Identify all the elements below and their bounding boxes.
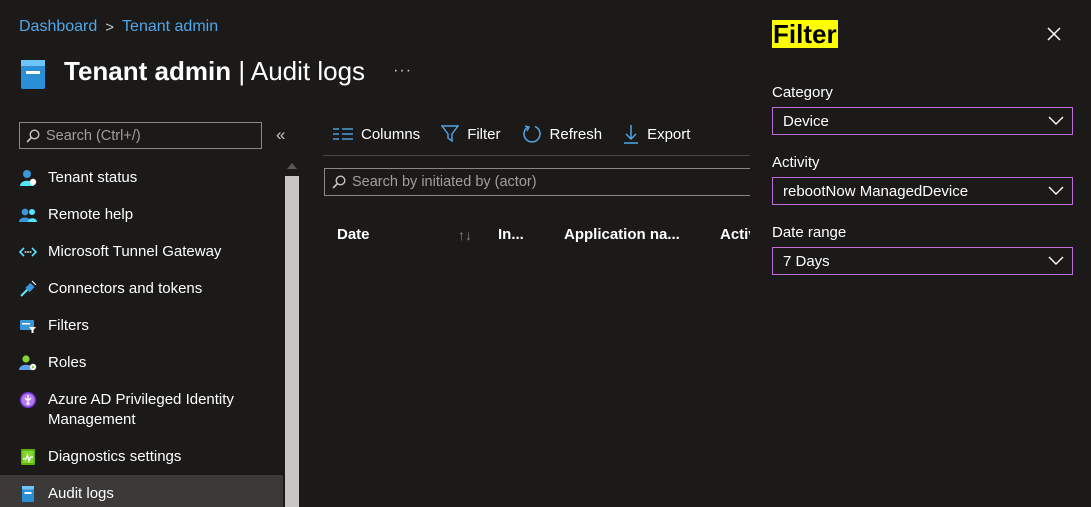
sidebar-item-remote-help[interactable]: Remote help (0, 196, 283, 233)
breadcrumb-tenant-admin[interactable]: Tenant admin (122, 18, 218, 36)
sidebar-item-azure-ad-pim[interactable]: Azure AD Privileged Identity Management (0, 381, 283, 438)
breadcrumb: Dashboard > Tenant admin (19, 18, 218, 36)
breadcrumb-dashboard[interactable]: Dashboard (19, 18, 97, 36)
date-range-label: Date range (772, 224, 847, 241)
more-options-button[interactable]: ··· (393, 62, 412, 80)
filter-icon (441, 125, 460, 143)
filter-panel-title: Filter (772, 19, 838, 49)
activity-value: rebootNow ManagedDevice (783, 182, 969, 200)
search-icon (332, 175, 346, 189)
search-icon (26, 128, 40, 143)
activity-dropdown[interactable]: rebootNow ManagedDevice (772, 177, 1073, 205)
roles-icon (19, 354, 37, 372)
scroll-thumb[interactable] (285, 176, 299, 507)
category-label: Category (772, 84, 833, 101)
activity-label: Activity (772, 154, 820, 171)
scroll-up-arrow-icon[interactable] (287, 163, 297, 169)
people-icon (19, 206, 37, 224)
refresh-button[interactable]: Refresh (522, 124, 602, 144)
category-value: Device (783, 112, 829, 130)
sort-icon[interactable]: ↑↓ (458, 227, 472, 243)
page-title: Tenant admin | Audit logs (64, 55, 366, 86)
column-header-initiated-by[interactable]: In... (498, 226, 524, 243)
toolbar-divider (323, 155, 753, 156)
filter-button[interactable]: Filter (441, 125, 501, 143)
audit-log-icon (21, 60, 45, 89)
sidebar-item-tenant-status[interactable]: Tenant status (0, 159, 283, 196)
actor-search-input[interactable]: Search by initiated by (actor) (324, 168, 754, 196)
diagnostics-icon (19, 448, 37, 466)
collapse-sidebar-button[interactable]: « (276, 125, 285, 145)
sidebar-item-connectors-and-tokens[interactable]: Connectors and tokens (0, 270, 283, 307)
date-range-value: 7 Days (783, 252, 830, 270)
refresh-icon (522, 125, 541, 143)
export-button[interactable]: Export (623, 124, 690, 144)
sidebar-nav: Tenant status Remote help Microsoft Tunn… (0, 159, 283, 507)
person-icon (19, 169, 37, 187)
sidebar-item-audit-logs[interactable]: Audit logs (0, 475, 283, 507)
columns-button[interactable]: Columns (333, 126, 420, 143)
filter-panel: Filter Category Device Activity rebootNo… (750, 0, 1091, 507)
category-dropdown[interactable]: Device (772, 107, 1073, 135)
column-header-application-name[interactable]: Application na... (564, 226, 680, 243)
sidebar-item-roles[interactable]: Roles (0, 344, 283, 381)
chevron-down-icon (1048, 116, 1064, 125)
column-header-date[interactable]: Date (337, 226, 370, 243)
filter-card-icon (19, 317, 37, 335)
tunnel-icon (19, 243, 37, 261)
pim-icon (19, 391, 37, 409)
page-header: Tenant admin | Audit logs ··· (20, 52, 412, 90)
sidebar-search-input[interactable]: Search (Ctrl+/) (19, 122, 262, 149)
breadcrumb-separator: > (105, 18, 115, 36)
audit-log-icon (19, 485, 37, 503)
sidebar-item-diagnostics-settings[interactable]: Diagnostics settings (0, 438, 283, 475)
column-header-activity[interactable]: Activi (720, 226, 750, 243)
sidebar-item-filters[interactable]: Filters (0, 307, 283, 344)
sidebar-scrollbar[interactable] (283, 158, 301, 507)
columns-icon (333, 128, 353, 140)
chevron-down-icon (1048, 256, 1064, 265)
command-bar: Columns Filter Refresh Export (333, 124, 711, 144)
sidebar-item-microsoft-tunnel-gateway[interactable]: Microsoft Tunnel Gateway (0, 233, 283, 270)
plug-icon (19, 280, 37, 298)
close-icon[interactable] (1046, 26, 1062, 42)
chevron-down-icon (1048, 186, 1064, 195)
date-range-dropdown[interactable]: 7 Days (772, 247, 1073, 275)
download-icon (624, 125, 639, 144)
